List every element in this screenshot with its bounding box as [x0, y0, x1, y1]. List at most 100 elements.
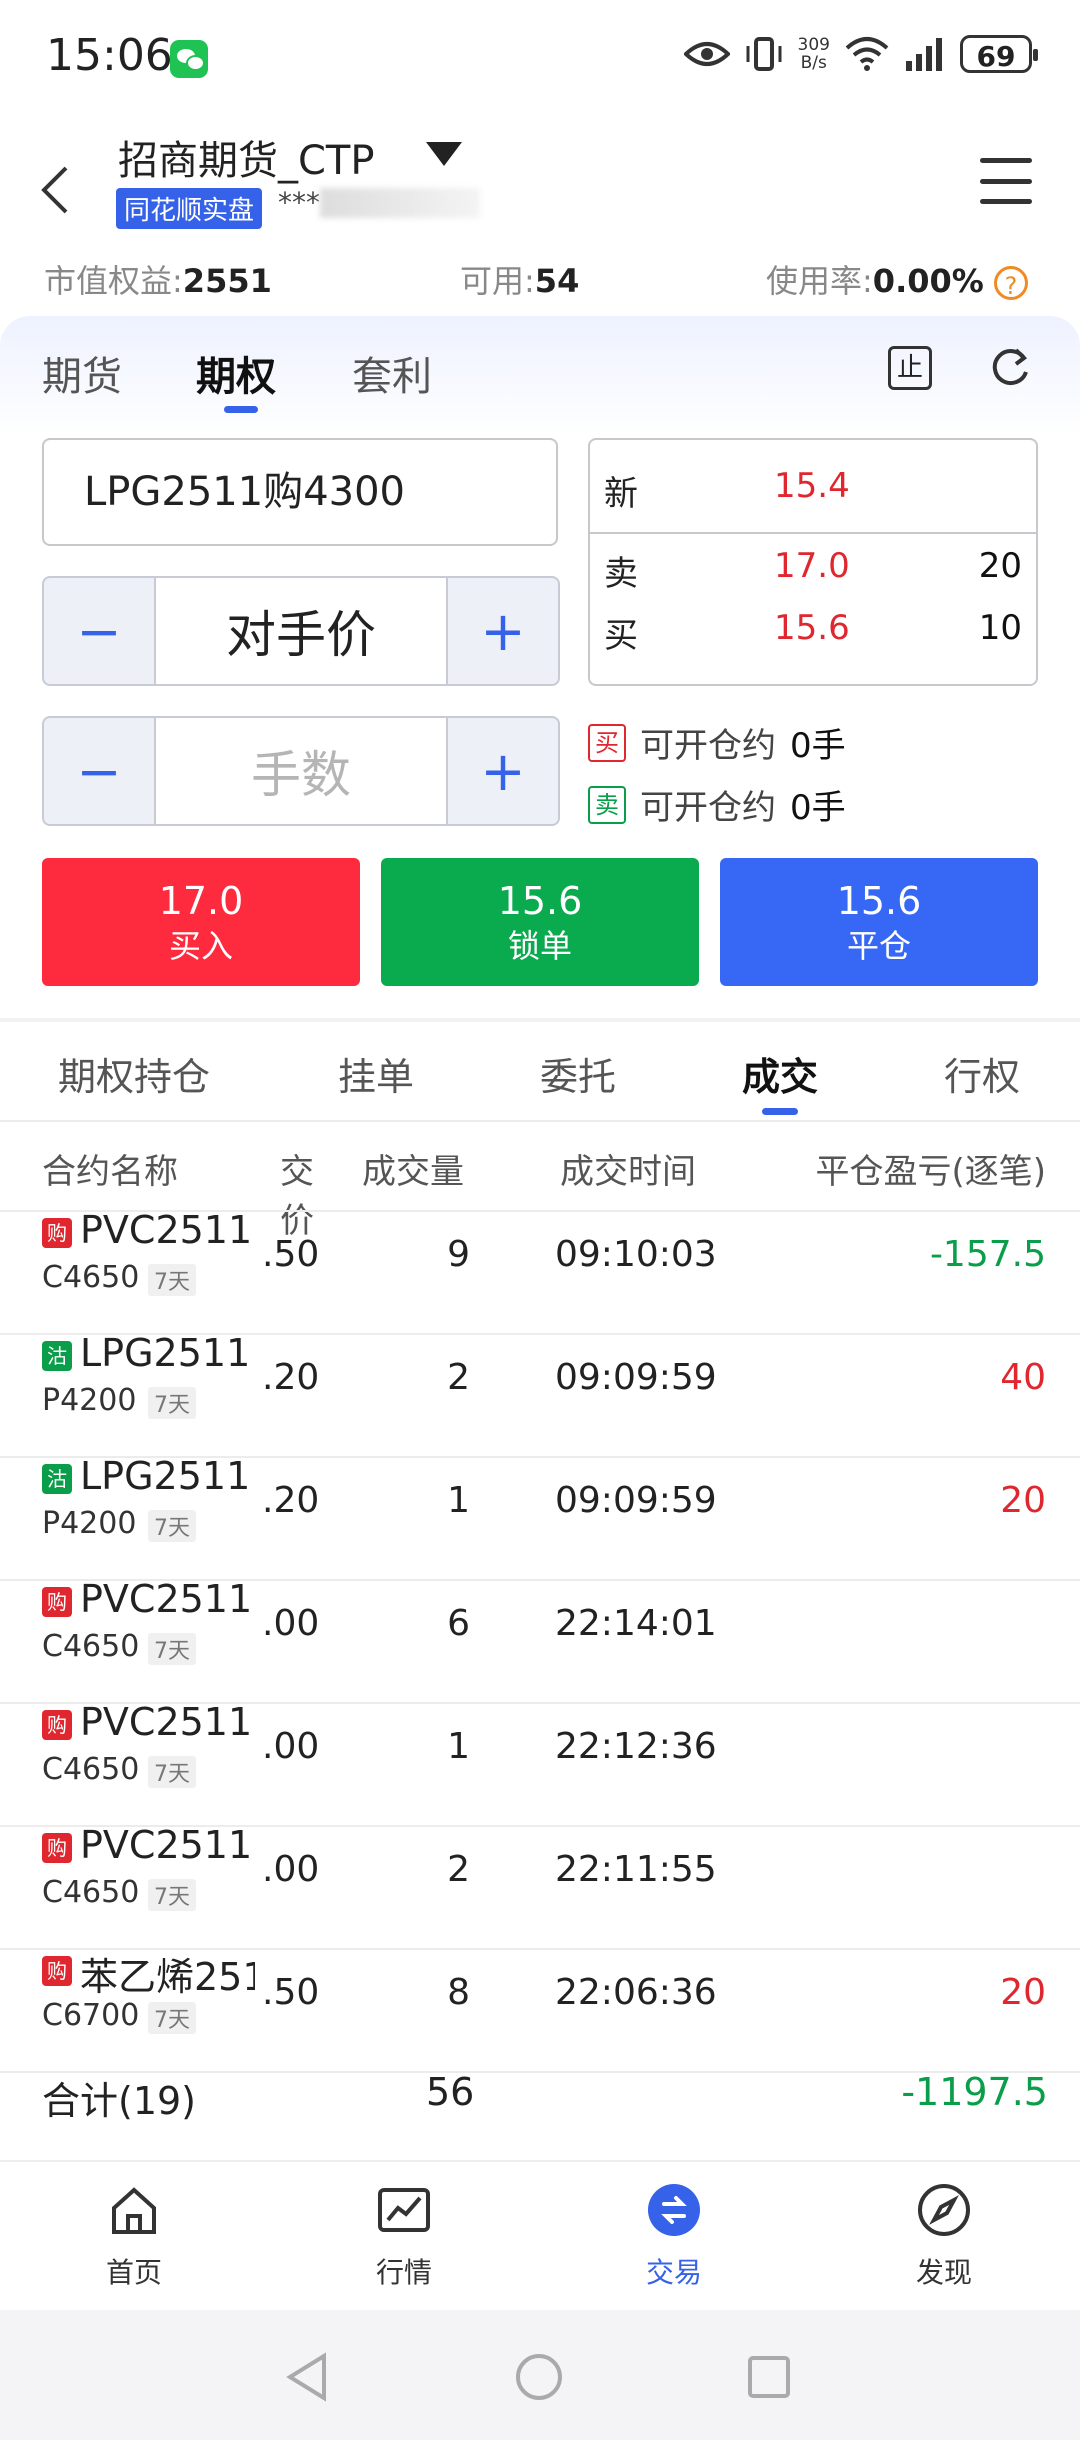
tab-options[interactable]: 期权: [196, 344, 276, 402]
trade-price: .20: [262, 1480, 320, 1521]
contract-name: LPG2511: [80, 1331, 251, 1375]
stop-order-icon[interactable]: 止: [888, 346, 932, 390]
nav-market[interactable]: 行情: [334, 2182, 474, 2291]
option-type-badge: 沽: [42, 1341, 72, 1371]
trade-volume: 1: [447, 1480, 470, 1521]
system-nav-bar: [0, 2310, 1080, 2440]
network-speed: 309 B/s: [797, 35, 830, 73]
buy-availability: 买 可开仓约 0手: [588, 718, 846, 767]
sys-recents-icon[interactable]: [746, 2354, 792, 2400]
option-type-badge: 购: [42, 1587, 72, 1617]
contract-name: 苯乙烯2511: [80, 1955, 255, 1999]
contract-input[interactable]: LPG2511购4300: [42, 438, 558, 546]
days-to-expiry: 7天: [148, 1264, 196, 1296]
trade-time: 22:11:55: [555, 1849, 717, 1890]
trade-volume: 2: [447, 1849, 470, 1890]
trade-price: .50: [262, 1234, 320, 1275]
compass-icon: [918, 2184, 970, 2236]
buy-open-qty: 0手: [790, 726, 846, 766]
trade-volume: 8: [447, 1972, 470, 2013]
wifi-icon: [845, 37, 889, 71]
ask-row: 卖 17.0 20: [604, 546, 1022, 594]
bid-price: 15.6: [774, 608, 850, 648]
col-pnl: 平仓盈亏(逐笔): [815, 1152, 1046, 1192]
tab-trades[interactable]: 成交: [742, 1046, 818, 1101]
trade-row[interactable]: 购 PVC2511 C4650 7天 .00 6 22:14:01: [0, 1577, 1080, 1704]
trade-row[interactable]: 购苯乙烯2511C67007天 .50 8 22:06:36 20: [0, 1950, 1080, 2073]
option-type-badge: 沽: [42, 1464, 72, 1494]
trade-row[interactable]: 购 PVC2511 C4650 7天 .50 9 09:10:03 -157.5: [0, 1208, 1080, 1335]
contract-name: LPG2511: [80, 1454, 251, 1498]
trade-pnl: -157.5: [929, 1234, 1046, 1275]
eye-icon: [683, 42, 730, 66]
close-position-button[interactable]: 15.6 平仓: [720, 858, 1038, 986]
tab-pending[interactable]: 挂单: [338, 1046, 414, 1101]
trade-price: .00: [262, 1726, 320, 1767]
price-plus-button[interactable]: +: [448, 578, 558, 684]
contract-name: PVC2511: [80, 1700, 253, 1744]
lock-button[interactable]: 15.6 锁单: [381, 858, 699, 986]
contract-name: PVC2511: [80, 1823, 253, 1867]
contract-strike: C6700: [42, 1998, 140, 2033]
nav-discover[interactable]: 发现: [874, 2182, 1014, 2291]
sys-back-icon[interactable]: [284, 2352, 330, 2402]
qty-plus-button[interactable]: +: [448, 718, 558, 824]
price-minus-button[interactable]: −: [44, 578, 154, 684]
nav-home[interactable]: 首页: [64, 2182, 204, 2291]
ask-price: 17.0: [774, 546, 850, 586]
menu-icon[interactable]: [980, 158, 1032, 204]
tab-arbitrage[interactable]: 套利: [352, 344, 432, 402]
trade-time: 22:14:01: [555, 1603, 717, 1644]
days-to-expiry: 7天: [148, 1633, 196, 1665]
contract-strike: C4650: [42, 1629, 140, 1664]
price-mode[interactable]: 对手价: [154, 578, 448, 684]
trade-row[interactable]: 沽 LPG2511 P4200 7天 .20 2 09:09:59 40: [0, 1331, 1080, 1458]
broker-name[interactable]: 招商期货_CTP: [118, 128, 374, 186]
option-type-badge: 购: [42, 1710, 72, 1740]
trade-pnl: 20: [1000, 1480, 1046, 1521]
buy-tag: 买: [588, 723, 626, 762]
help-icon[interactable]: ?: [993, 266, 1028, 300]
back-icon[interactable]: [36, 160, 76, 220]
total-row: 合计(19) 56 -1197.5: [42, 2070, 1048, 2130]
available-funds: 可用:54: [460, 262, 580, 300]
battery-icon: 69: [960, 35, 1038, 73]
trade-row[interactable]: 购 PVC2511 C4650 7天 .00 2 22:11:55: [0, 1823, 1080, 1950]
trade-row[interactable]: 沽 LPG2511 P4200 7天 .20 1 09:09:59 20: [0, 1454, 1080, 1581]
account-blur: [320, 188, 480, 218]
account-number: ***: [278, 186, 320, 219]
sys-home-icon[interactable]: [514, 2352, 564, 2402]
option-type-badge: 购: [42, 1956, 72, 1986]
section-divider: [0, 1018, 1080, 1022]
tab-orders[interactable]: 委托: [540, 1046, 616, 1101]
usage-rate: 使用率:0.00% ?: [766, 256, 1028, 302]
qty-minus-button[interactable]: −: [44, 718, 154, 824]
buy-button[interactable]: 17.0 买入: [42, 858, 360, 986]
tab-futures[interactable]: 期货: [42, 344, 122, 402]
days-to-expiry: 7天: [148, 1879, 196, 1911]
qty-input[interactable]: 手数: [154, 718, 448, 824]
vibrate-icon: [746, 37, 782, 71]
quote-box: 新 15.4 卖 17.0 20 买 15.6 10: [588, 438, 1038, 686]
trade-volume: 1: [447, 1726, 470, 1767]
refresh-icon[interactable]: [988, 346, 1032, 390]
status-icons: 309 B/s 69: [683, 34, 1038, 74]
total-label: 合计(19): [42, 2079, 197, 2123]
nav-trade[interactable]: 交易: [604, 2182, 744, 2291]
ask-volume: 20: [978, 546, 1022, 586]
quote-divider: [590, 532, 1036, 534]
account-badge: 同花顺实盘: [116, 188, 263, 229]
sell-tag: 卖: [588, 785, 626, 824]
market-equity: 市值权益:2551: [44, 262, 272, 300]
trade-row[interactable]: 购 PVC2511 C4650 7天 .00 1 22:12:36: [0, 1700, 1080, 1827]
col-time: 成交时间: [560, 1152, 696, 1192]
chart-icon: [378, 2188, 430, 2232]
sell-availability: 卖 可开仓约 0手: [588, 780, 846, 829]
tab-option-positions[interactable]: 期权持仓: [58, 1046, 210, 1101]
dropdown-icon[interactable]: [426, 142, 462, 166]
tab-exercise[interactable]: 行权: [944, 1046, 1020, 1101]
trade-time: 22:12:36: [555, 1726, 717, 1767]
tabs-divider: [0, 1120, 1080, 1122]
trade-price: .20: [262, 1357, 320, 1398]
option-type-badge: 购: [42, 1833, 72, 1863]
